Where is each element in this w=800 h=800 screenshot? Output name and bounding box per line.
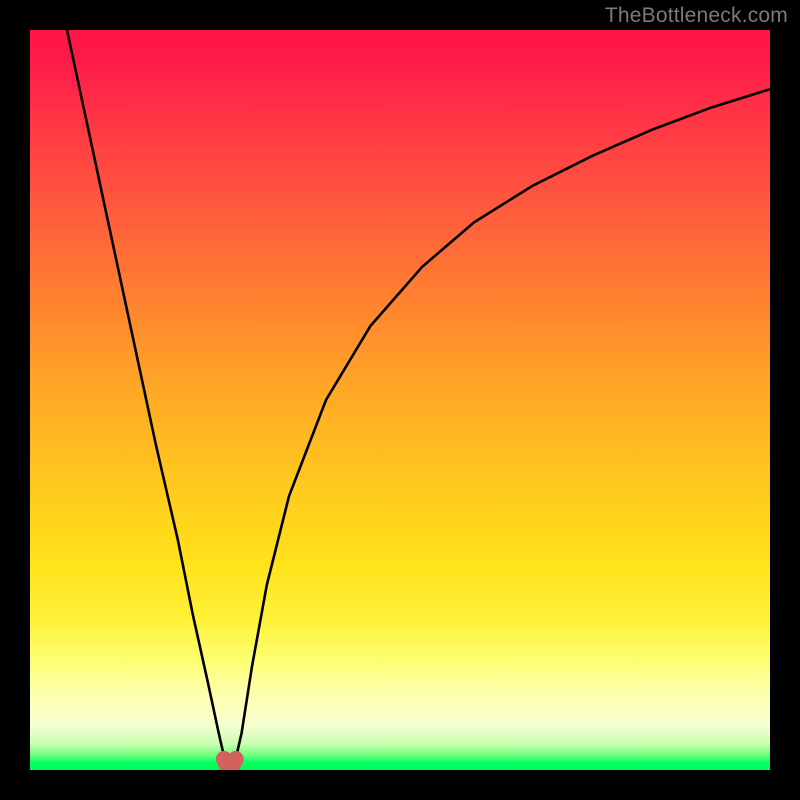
- watermark-text: TheBottleneck.com: [605, 4, 788, 28]
- bottleneck-curve-path: [67, 30, 770, 766]
- chart-frame: TheBottleneck.com: [0, 0, 800, 800]
- optimal-marker-path: [224, 759, 236, 766]
- curve-svg: [30, 30, 770, 770]
- plot-area: [30, 30, 770, 770]
